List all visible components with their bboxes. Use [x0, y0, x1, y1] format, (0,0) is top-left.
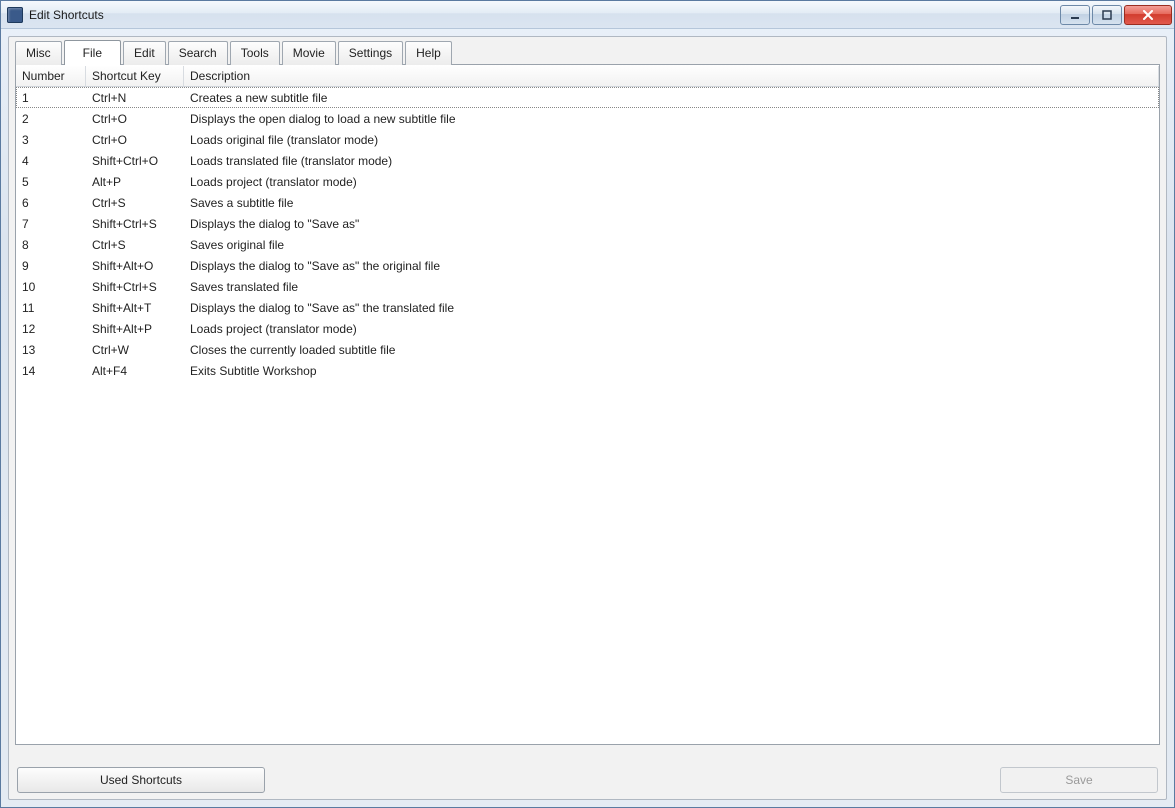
tab-edit[interactable]: Edit	[123, 41, 166, 65]
grid-header: Number Shortcut Key Description	[16, 65, 1159, 87]
titlebar: Edit Shortcuts	[1, 1, 1174, 29]
table-row[interactable]: 9Shift+Alt+ODisplays the dialog to "Save…	[16, 255, 1159, 276]
cell-number: 12	[16, 320, 86, 338]
cell-shortcut: Shift+Ctrl+O	[86, 152, 184, 170]
cell-shortcut: Ctrl+N	[86, 89, 184, 107]
grid-body[interactable]: 1Ctrl+NCreates a new subtitle file2Ctrl+…	[16, 87, 1159, 744]
table-row[interactable]: 6Ctrl+SSaves a subtitle file	[16, 192, 1159, 213]
cell-description: Displays the dialog to "Save as"	[184, 215, 1159, 233]
cell-shortcut: Alt+P	[86, 173, 184, 191]
close-button[interactable]	[1124, 5, 1172, 25]
maximize-button[interactable]	[1092, 5, 1122, 25]
cell-shortcut: Shift+Ctrl+S	[86, 215, 184, 233]
app-icon	[7, 7, 23, 23]
cell-number: 6	[16, 194, 86, 212]
tab-movie[interactable]: Movie	[282, 41, 336, 65]
table-row[interactable]: 3Ctrl+OLoads original file (translator m…	[16, 129, 1159, 150]
table-row[interactable]: 5Alt+PLoads project (translator mode)	[16, 171, 1159, 192]
cell-description: Displays the open dialog to load a new s…	[184, 110, 1159, 128]
cell-shortcut: Ctrl+S	[86, 236, 184, 254]
cell-number: 13	[16, 341, 86, 359]
column-header-description[interactable]: Description	[184, 66, 1159, 86]
cell-description: Creates a new subtitle file	[184, 89, 1159, 107]
cell-description: Displays the dialog to "Save as" the ori…	[184, 257, 1159, 275]
cell-description: Saves translated file	[184, 278, 1159, 296]
minimize-button[interactable]	[1060, 5, 1090, 25]
column-header-number[interactable]: Number	[16, 66, 86, 86]
cell-number: 9	[16, 257, 86, 275]
cell-shortcut: Shift+Alt+O	[86, 257, 184, 275]
table-row[interactable]: 11Shift+Alt+TDisplays the dialog to "Sav…	[16, 297, 1159, 318]
cell-shortcut: Shift+Alt+P	[86, 320, 184, 338]
shortcuts-grid: Number Shortcut Key Description 1Ctrl+NC…	[15, 64, 1160, 745]
cell-description: Loads project (translator mode)	[184, 320, 1159, 338]
cell-shortcut: Shift+Ctrl+S	[86, 278, 184, 296]
cell-description: Loads project (translator mode)	[184, 173, 1159, 191]
window: Edit Shortcuts MiscFileEditSearchToolsMo…	[0, 0, 1175, 808]
window-controls	[1060, 5, 1172, 25]
save-button[interactable]: Save	[1000, 767, 1158, 793]
tab-search[interactable]: Search	[168, 41, 228, 65]
cell-description: Loads original file (translator mode)	[184, 131, 1159, 149]
tab-help[interactable]: Help	[405, 41, 452, 65]
cell-number: 5	[16, 173, 86, 191]
table-row[interactable]: 8Ctrl+SSaves original file	[16, 234, 1159, 255]
minimize-icon	[1070, 10, 1080, 20]
tab-tools[interactable]: Tools	[230, 41, 280, 65]
column-header-shortcut[interactable]: Shortcut Key	[86, 66, 184, 86]
tab-file[interactable]: File	[64, 40, 121, 65]
cell-shortcut: Ctrl+S	[86, 194, 184, 212]
cell-number: 11	[16, 299, 86, 317]
cell-shortcut: Ctrl+W	[86, 341, 184, 359]
cell-number: 10	[16, 278, 86, 296]
table-row[interactable]: 13Ctrl+WCloses the currently loaded subt…	[16, 339, 1159, 360]
client-area: MiscFileEditSearchToolsMovieSettingsHelp…	[8, 36, 1167, 800]
cell-number: 8	[16, 236, 86, 254]
table-row[interactable]: 7Shift+Ctrl+SDisplays the dialog to "Sav…	[16, 213, 1159, 234]
cell-description: Displays the dialog to "Save as" the tra…	[184, 299, 1159, 317]
footer: Used Shortcuts Save	[15, 767, 1160, 793]
cell-description: Loads translated file (translator mode)	[184, 152, 1159, 170]
used-shortcuts-button[interactable]: Used Shortcuts	[17, 767, 265, 793]
cell-number: 4	[16, 152, 86, 170]
cell-description: Exits Subtitle Workshop	[184, 362, 1159, 380]
table-row[interactable]: 2Ctrl+ODisplays the open dialog to load …	[16, 108, 1159, 129]
close-icon	[1142, 10, 1154, 20]
table-row[interactable]: 12Shift+Alt+PLoads project (translator m…	[16, 318, 1159, 339]
tab-strip: MiscFileEditSearchToolsMovieSettingsHelp	[15, 41, 1160, 65]
cell-number: 7	[16, 215, 86, 233]
tab-settings[interactable]: Settings	[338, 41, 403, 65]
cell-shortcut: Ctrl+O	[86, 110, 184, 128]
table-row[interactable]: 14Alt+F4Exits Subtitle Workshop	[16, 360, 1159, 381]
cell-shortcut: Shift+Alt+T	[86, 299, 184, 317]
cell-description: Saves original file	[184, 236, 1159, 254]
window-title: Edit Shortcuts	[29, 8, 1060, 22]
cell-description: Closes the currently loaded subtitle fil…	[184, 341, 1159, 359]
cell-shortcut: Ctrl+O	[86, 131, 184, 149]
cell-number: 2	[16, 110, 86, 128]
tab-misc[interactable]: Misc	[15, 41, 62, 65]
cell-number: 3	[16, 131, 86, 149]
table-row[interactable]: 4Shift+Ctrl+OLoads translated file (tran…	[16, 150, 1159, 171]
cell-number: 14	[16, 362, 86, 380]
table-row[interactable]: 1Ctrl+NCreates a new subtitle file	[16, 87, 1159, 108]
table-row[interactable]: 10Shift+Ctrl+SSaves translated file	[16, 276, 1159, 297]
cell-shortcut: Alt+F4	[86, 362, 184, 380]
cell-number: 1	[16, 89, 86, 107]
cell-description: Saves a subtitle file	[184, 194, 1159, 212]
maximize-icon	[1102, 10, 1112, 20]
